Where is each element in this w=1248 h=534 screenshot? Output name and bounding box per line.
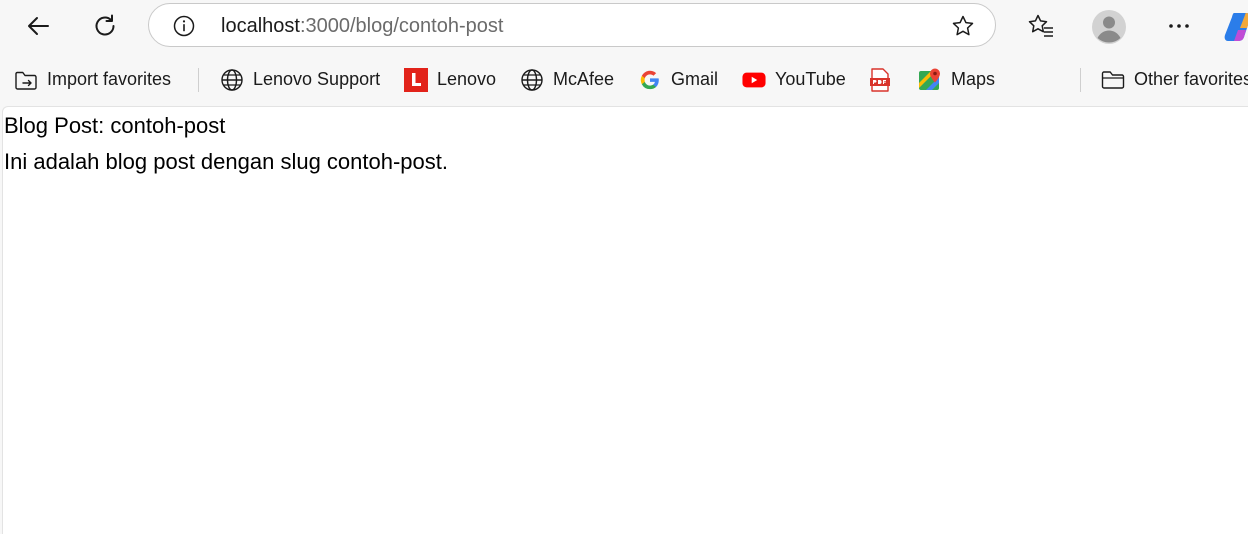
pdf-icon [868,67,892,92]
url-text[interactable]: localhost:3000/blog/contoh-post [221,4,503,48]
favorites-divider [198,68,199,92]
profile-button[interactable] [1090,8,1128,46]
more-button[interactable] [1159,6,1199,46]
page-title: Blog Post: contoh-post [4,113,226,138]
copilot-icon [1224,13,1248,41]
favorite-lenovo-support[interactable]: Lenovo Support [220,53,380,106]
refresh-icon [95,14,115,36]
favorites-list-icon [1028,14,1053,37]
more-icon [1169,24,1189,28]
import-favorites-label: Import favorites [47,69,172,89]
favorites-divider [1080,68,1081,92]
url-host: localhost [221,15,300,37]
page-content: Blog Post: contoh-post Ini adalah blog p… [2,106,1248,534]
url-path: :3000/blog/contoh-post [299,15,504,37]
import-favorites-button[interactable]: Import favorites [14,53,171,106]
other-favorites-label: Other favorites [1134,69,1248,89]
lenovo-logo-icon [404,67,428,92]
import-icon [14,68,38,92]
favorite-label: Gmail [671,69,719,89]
browser-toolbar: localhost:3000/blog/contoh-post [0,0,1248,53]
favorite-label: Lenovo [437,69,497,89]
folder-icon [1101,68,1125,92]
favorite-label: YouTube [775,69,846,89]
google-icon [638,68,662,92]
favorite-gmail[interactable]: Gmail [638,53,718,106]
globe-icon [520,68,544,92]
favorite-youtube[interactable]: YouTube [742,53,846,106]
address-bar[interactable]: localhost:3000/blog/contoh-post [148,3,996,47]
favorite-label: McAfee [553,69,615,89]
other-favorites-button[interactable]: Other favorites [1101,53,1248,106]
favorite-lenovo[interactable]: Lenovo [404,53,496,106]
globe-icon [220,68,244,92]
favorite-maps[interactable]: Maps [918,53,995,106]
favorites-button[interactable] [1021,6,1061,46]
copilot-button[interactable] [1224,10,1248,42]
favorite-mcafee[interactable]: McAfee [520,53,614,106]
arrow-left-icon [28,17,49,35]
back-button[interactable] [18,6,58,46]
youtube-icon [742,68,766,92]
refresh-button[interactable] [85,6,125,46]
maps-icon [918,68,942,92]
favorite-pdf[interactable] [868,53,901,106]
favorites-bar: Import favorites [0,53,1248,106]
star-icon[interactable] [951,14,975,38]
page-body-text: Ini adalah blog post dengan slug contoh-… [4,149,448,174]
info-icon[interactable] [173,15,195,37]
avatar-icon [1092,10,1126,44]
favorite-label: Maps [951,69,996,89]
favorite-label: Lenovo Support [253,69,381,89]
